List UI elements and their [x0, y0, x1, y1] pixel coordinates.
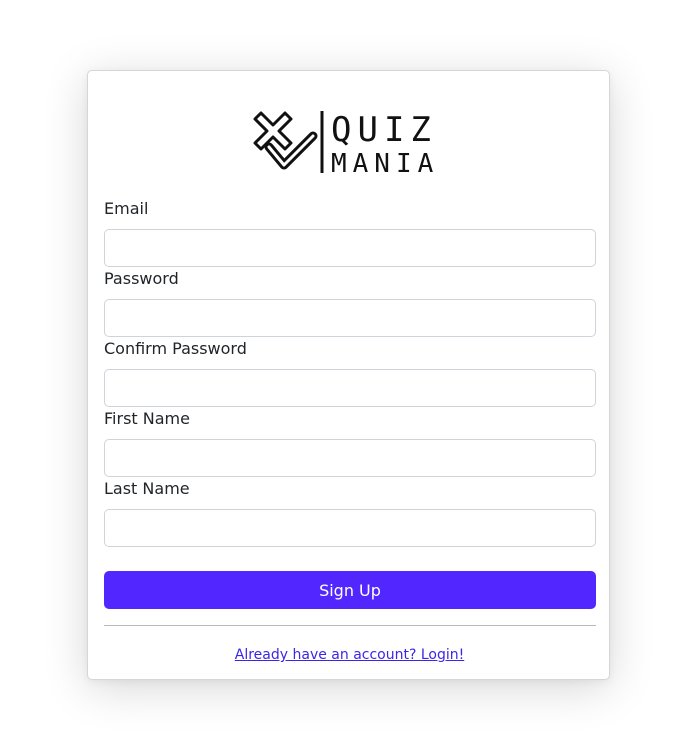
email-field[interactable]	[104, 229, 596, 267]
first-name-field[interactable]	[104, 439, 596, 477]
password-field[interactable]	[104, 299, 596, 337]
logo-bottom-word: MANIA	[331, 149, 439, 175]
sign-up-button[interactable]: Sign Up	[104, 571, 596, 609]
logo-top-word: QUIZ	[331, 110, 437, 150]
quiz-mania-logo: QUIZ MANIA	[253, 109, 453, 175]
first-name-label: First Name	[104, 409, 190, 428]
login-link[interactable]: Already have an account? Login!	[88, 647, 611, 663]
confirm-password-field[interactable]	[104, 369, 596, 407]
divider	[104, 625, 596, 626]
logo-graphic: QUIZ MANIA	[253, 110, 439, 175]
x-check-icon	[253, 111, 318, 170]
email-label: Email	[104, 199, 149, 218]
signup-card: QUIZ MANIA Email Password Confirm Passwo…	[87, 70, 610, 680]
last-name-label: Last Name	[104, 479, 190, 498]
confirm-password-label: Confirm Password	[104, 339, 247, 358]
last-name-field[interactable]	[104, 509, 596, 547]
password-label: Password	[104, 269, 179, 288]
